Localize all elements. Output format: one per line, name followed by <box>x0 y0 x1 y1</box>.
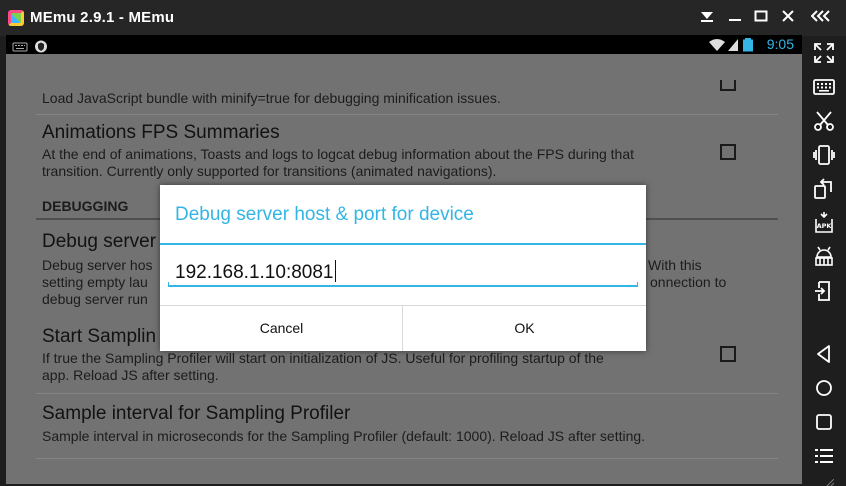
pref-sample-interval-title: Sample interval for Sampling Profiler <box>42 403 351 424</box>
menu-icon[interactable] <box>812 444 836 468</box>
divider <box>36 458 778 459</box>
pref-sampling-summary-1: If true the Sampling Profiler will start… <box>42 350 604 366</box>
rotate-icon[interactable] <box>812 177 836 201</box>
dropdown-arrow-icon <box>701 12 713 22</box>
transfer-icon[interactable] <box>812 279 836 303</box>
home-icon[interactable] <box>812 376 836 400</box>
signal-icon <box>728 39 738 51</box>
pref-animations-fps[interactable]: Animations FPS Summaries At the end of a… <box>42 122 772 180</box>
pref-animations-summary-1: At the end of animations, Toasts and log… <box>42 146 635 162</box>
section-header-debugging: DEBUGGING <box>42 198 129 214</box>
divider <box>36 393 778 394</box>
svg-text:APK: APK <box>817 222 833 230</box>
fullscreen-icon[interactable] <box>812 41 836 65</box>
dialog-title-divider <box>160 243 646 245</box>
pref-sample-interval-summary: Sample interval in microseconds for the … <box>42 428 646 444</box>
android-robot-icon[interactable] <box>812 245 836 269</box>
emulator-toolbar: APK <box>802 36 846 486</box>
pref-minify-summary: Load JavaScript bundle with minify=true … <box>42 90 501 106</box>
text-caret <box>334 260 336 282</box>
status-clock: 9:05 <box>766 36 794 52</box>
host-port-value: 192.168.1.10:8081 <box>175 262 334 283</box>
window-title: MEmu 2.9.1 - MEmu <box>30 9 175 26</box>
animations-fps-checkbox[interactable] <box>720 144 736 160</box>
maximize-icon <box>754 10 768 22</box>
maximize-button[interactable] <box>750 8 772 28</box>
battery-icon <box>743 38 753 52</box>
shake-icon[interactable] <box>812 143 836 167</box>
pref-animations-title: Animations FPS Summaries <box>42 122 280 143</box>
input-underline <box>168 282 638 287</box>
pref-debug-server-summary-1: Debug server hos <box>42 257 153 273</box>
close-button[interactable] <box>777 8 799 28</box>
scissors-icon[interactable] <box>812 109 836 133</box>
cancel-button[interactable]: Cancel <box>160 306 403 351</box>
dropdown-button[interactable] <box>696 8 718 28</box>
close-icon <box>782 10 794 22</box>
collapse-sidebar-button[interactable] <box>810 8 832 28</box>
keyboard-icon[interactable] <box>812 75 836 99</box>
window-title-bar: MEmu 2.9.1 - MEmu <box>0 0 846 36</box>
pref-sampling-summary-2: app. Reload JS after setting. <box>42 367 219 383</box>
apk-install-icon[interactable]: APK <box>812 211 836 235</box>
triple-chevron-left-icon <box>810 10 830 22</box>
minimize-button[interactable] <box>724 8 746 28</box>
resize-grip-icon[interactable] <box>824 474 835 486</box>
dialog-button-bar: Cancel OK <box>160 305 646 351</box>
pref-debug-server-summary-3: debug server run <box>42 291 148 307</box>
pref-debug-server-summary-1b: With this <box>648 257 702 273</box>
minimize-icon <box>729 19 741 21</box>
pref-animations-summary-2: transition. Currently only supported for… <box>42 163 497 179</box>
minify-checkbox[interactable] <box>720 80 736 91</box>
start-sampling-checkbox[interactable] <box>720 346 736 362</box>
pref-sample-interval[interactable]: Sample interval for Sampling Profiler Sa… <box>42 403 772 445</box>
pref-minify[interactable]: Load JavaScript bundle with minify=true … <box>42 55 772 107</box>
memu-logo-icon <box>8 10 24 26</box>
recents-icon[interactable] <box>812 410 836 434</box>
debug-server-dialog: Debug server host & port for device 192.… <box>160 185 646 351</box>
ok-button[interactable]: OK <box>403 306 646 351</box>
host-port-input[interactable]: 192.168.1.10:8081 <box>168 255 638 287</box>
divider <box>36 114 778 115</box>
android-status-bar: 9:05 <box>6 35 802 54</box>
shield-notification-icon <box>35 40 47 53</box>
pref-debug-server-summary-2: setting empty lau <box>42 274 148 290</box>
dialog-title: Debug server host & port for device <box>175 204 474 225</box>
wifi-icon <box>709 39 725 51</box>
keyboard-notification-icon <box>12 42 28 52</box>
pref-debug-server-summary-2b: onnection to <box>650 274 727 290</box>
back-icon[interactable] <box>812 342 836 366</box>
